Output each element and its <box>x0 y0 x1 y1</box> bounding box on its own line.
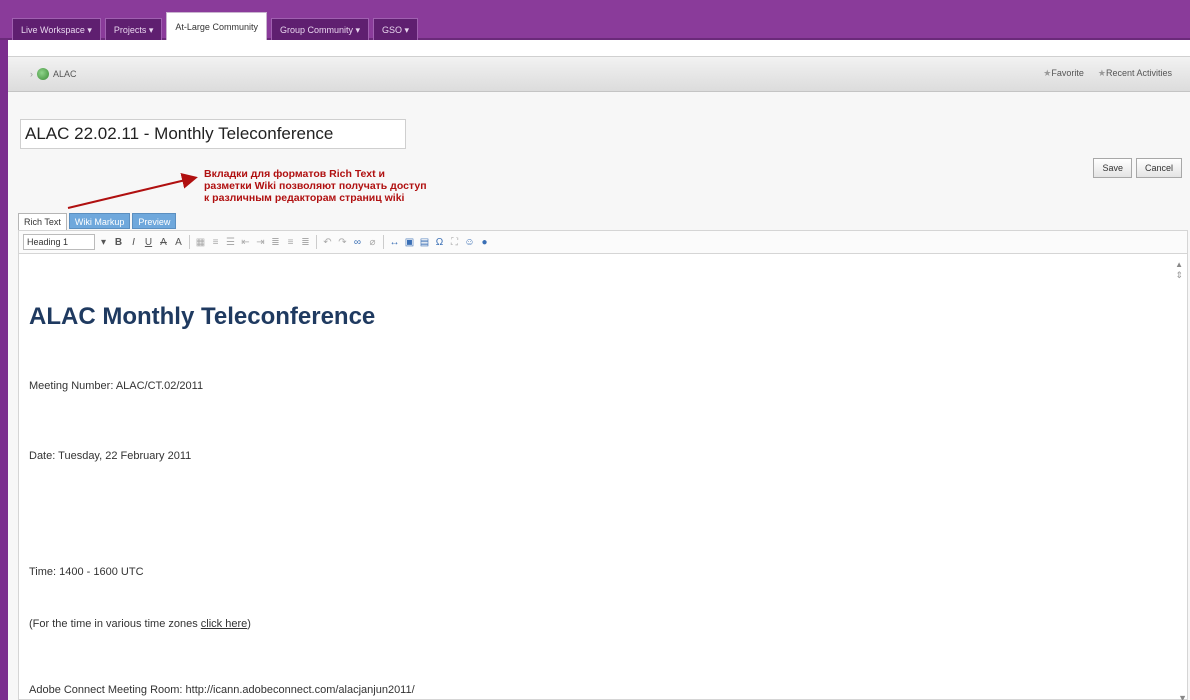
unlink-icon[interactable]: ⌀ <box>366 235 379 250</box>
scroll-down-arrow-icon[interactable]: ▼ <box>1178 693 1187 700</box>
outdent-icon[interactable]: ⇤ <box>239 235 252 250</box>
indent-icon[interactable]: ⇥ <box>254 235 267 250</box>
strikethrough-icon[interactable]: A <box>157 235 170 250</box>
time-note-prefix: (For the time in various time zones <box>29 618 201 630</box>
scroll-up-arrow-icon[interactable]: ▲ <box>1175 260 1183 269</box>
cancel-button[interactable]: Cancel <box>1135 158 1182 178</box>
link-icon[interactable]: ∞ <box>351 235 364 250</box>
help-icon[interactable]: ● <box>478 235 491 250</box>
tab-at-large-community[interactable]: At-Large Community <box>166 12 267 40</box>
editor-toolbar: Heading 1 ▾ B I U A A ▦ ≡ ☰ ⇤ ⇥ ≣ ≡ ≣ ↶ … <box>18 230 1188 254</box>
tab-wiki-markup[interactable]: Wiki Markup <box>68 213 131 229</box>
underline-icon[interactable]: U <box>142 235 155 250</box>
tab-gso[interactable]: GSO ▾ <box>373 18 419 40</box>
edit-actions: Save Cancel <box>1093 158 1182 178</box>
paragraph-format-select[interactable]: Heading 1 <box>23 234 95 250</box>
bullet-list-icon[interactable]: ≡ <box>209 235 222 250</box>
content-heading: ALAC Monthly Teleconference <box>29 303 376 330</box>
dropdown-arrow-icon[interactable]: ▾ <box>97 235 110 250</box>
text-color-icon[interactable]: A <box>172 235 185 250</box>
toolbar-divider <box>189 235 190 249</box>
top-navigation-bar: Live Workspace ▾ Projects ▾ At-Large Com… <box>0 0 1190 40</box>
insert-image-icon[interactable]: ▣ <box>403 235 416 250</box>
annotation-line-2: разметки Wiki позволяют получать доступ <box>204 180 427 192</box>
date-line: Date: Tuesday, 22 February 2011 <box>29 450 192 462</box>
align-left-icon[interactable]: ≣ <box>269 235 282 250</box>
tab-preview[interactable]: Preview <box>132 213 177 229</box>
fullscreen-icon[interactable]: ⛶ <box>448 235 461 250</box>
resize-handle-icon[interactable]: ⇕ <box>1175 270 1183 281</box>
toolbar-divider <box>383 235 384 249</box>
tab-projects[interactable]: Projects ▾ <box>104 18 163 40</box>
undo-icon[interactable]: ↶ <box>321 235 334 250</box>
edit-page-area: Вкладки для форматов Rich Text и разметк… <box>8 92 1190 700</box>
toolbar-divider <box>316 235 317 249</box>
align-right-icon[interactable]: ≣ <box>299 235 312 250</box>
emoticon-icon[interactable]: ☺ <box>463 235 476 250</box>
annotation-line-3: к различным редакторам страниц wiki <box>204 192 405 204</box>
time-note-suffix: ) <box>247 618 251 630</box>
page-actions: Favorite Recent Activities <box>1043 68 1172 79</box>
space-navigation-bar: › ALAC Favorite Recent Activities <box>8 56 1190 92</box>
tab-rich-text[interactable]: Rich Text <box>18 213 67 230</box>
breadcrumb-label: ALAC <box>53 69 77 79</box>
annotation-arrow <box>67 172 198 209</box>
meeting-number-line: Meeting Number: ALAC/CT.02/2011 <box>29 380 204 392</box>
adobe-connect-line: Adobe Connect Meeting Room: http://icann… <box>29 684 415 696</box>
align-center-icon[interactable]: ≡ <box>284 235 297 250</box>
tab-group-community[interactable]: Group Community ▾ <box>270 18 369 40</box>
space-tabs: Live Workspace ▾ Projects ▾ At-Large Com… <box>12 8 419 40</box>
time-note-line: (For the time in various time zones clic… <box>29 618 251 630</box>
breadcrumb[interactable]: › ALAC <box>30 68 77 80</box>
redo-icon[interactable]: ↷ <box>336 235 349 250</box>
favorite-link[interactable]: Favorite <box>1043 68 1084 79</box>
rich-text-editor[interactable]: ▲ ⇕ ALAC Monthly Teleconference Meeting … <box>18 254 1188 700</box>
table-icon[interactable]: ▦ <box>194 235 207 250</box>
chevron-right-icon: › <box>30 69 33 79</box>
space-logo-icon <box>37 68 49 80</box>
click-here-link[interactable]: click here <box>201 618 247 630</box>
annotation-callout: Вкладки для форматов Rich Text и разметк… <box>204 168 524 204</box>
bold-icon[interactable]: B <box>112 235 125 250</box>
numbered-list-icon[interactable]: ☰ <box>224 235 237 250</box>
special-char-icon[interactable]: Ω <box>433 235 446 250</box>
time-line: Time: 1400 - 1600 UTC <box>29 566 144 578</box>
recent-activities-link[interactable]: Recent Activities <box>1098 68 1172 79</box>
italic-icon[interactable]: I <box>127 235 140 250</box>
window-left-border <box>0 0 8 700</box>
annotation-line-1: Вкладки для форматов Rich Text и <box>204 168 385 180</box>
editor-mode-tabs: Rich Text Wiki Markup Preview <box>18 213 177 230</box>
save-button[interactable]: Save <box>1093 158 1132 178</box>
tab-live-workspace[interactable]: Live Workspace ▾ <box>12 18 101 40</box>
insert-macro-icon[interactable]: ▤ <box>418 235 431 250</box>
horizontal-rule-icon[interactable]: ↔ <box>388 235 401 250</box>
